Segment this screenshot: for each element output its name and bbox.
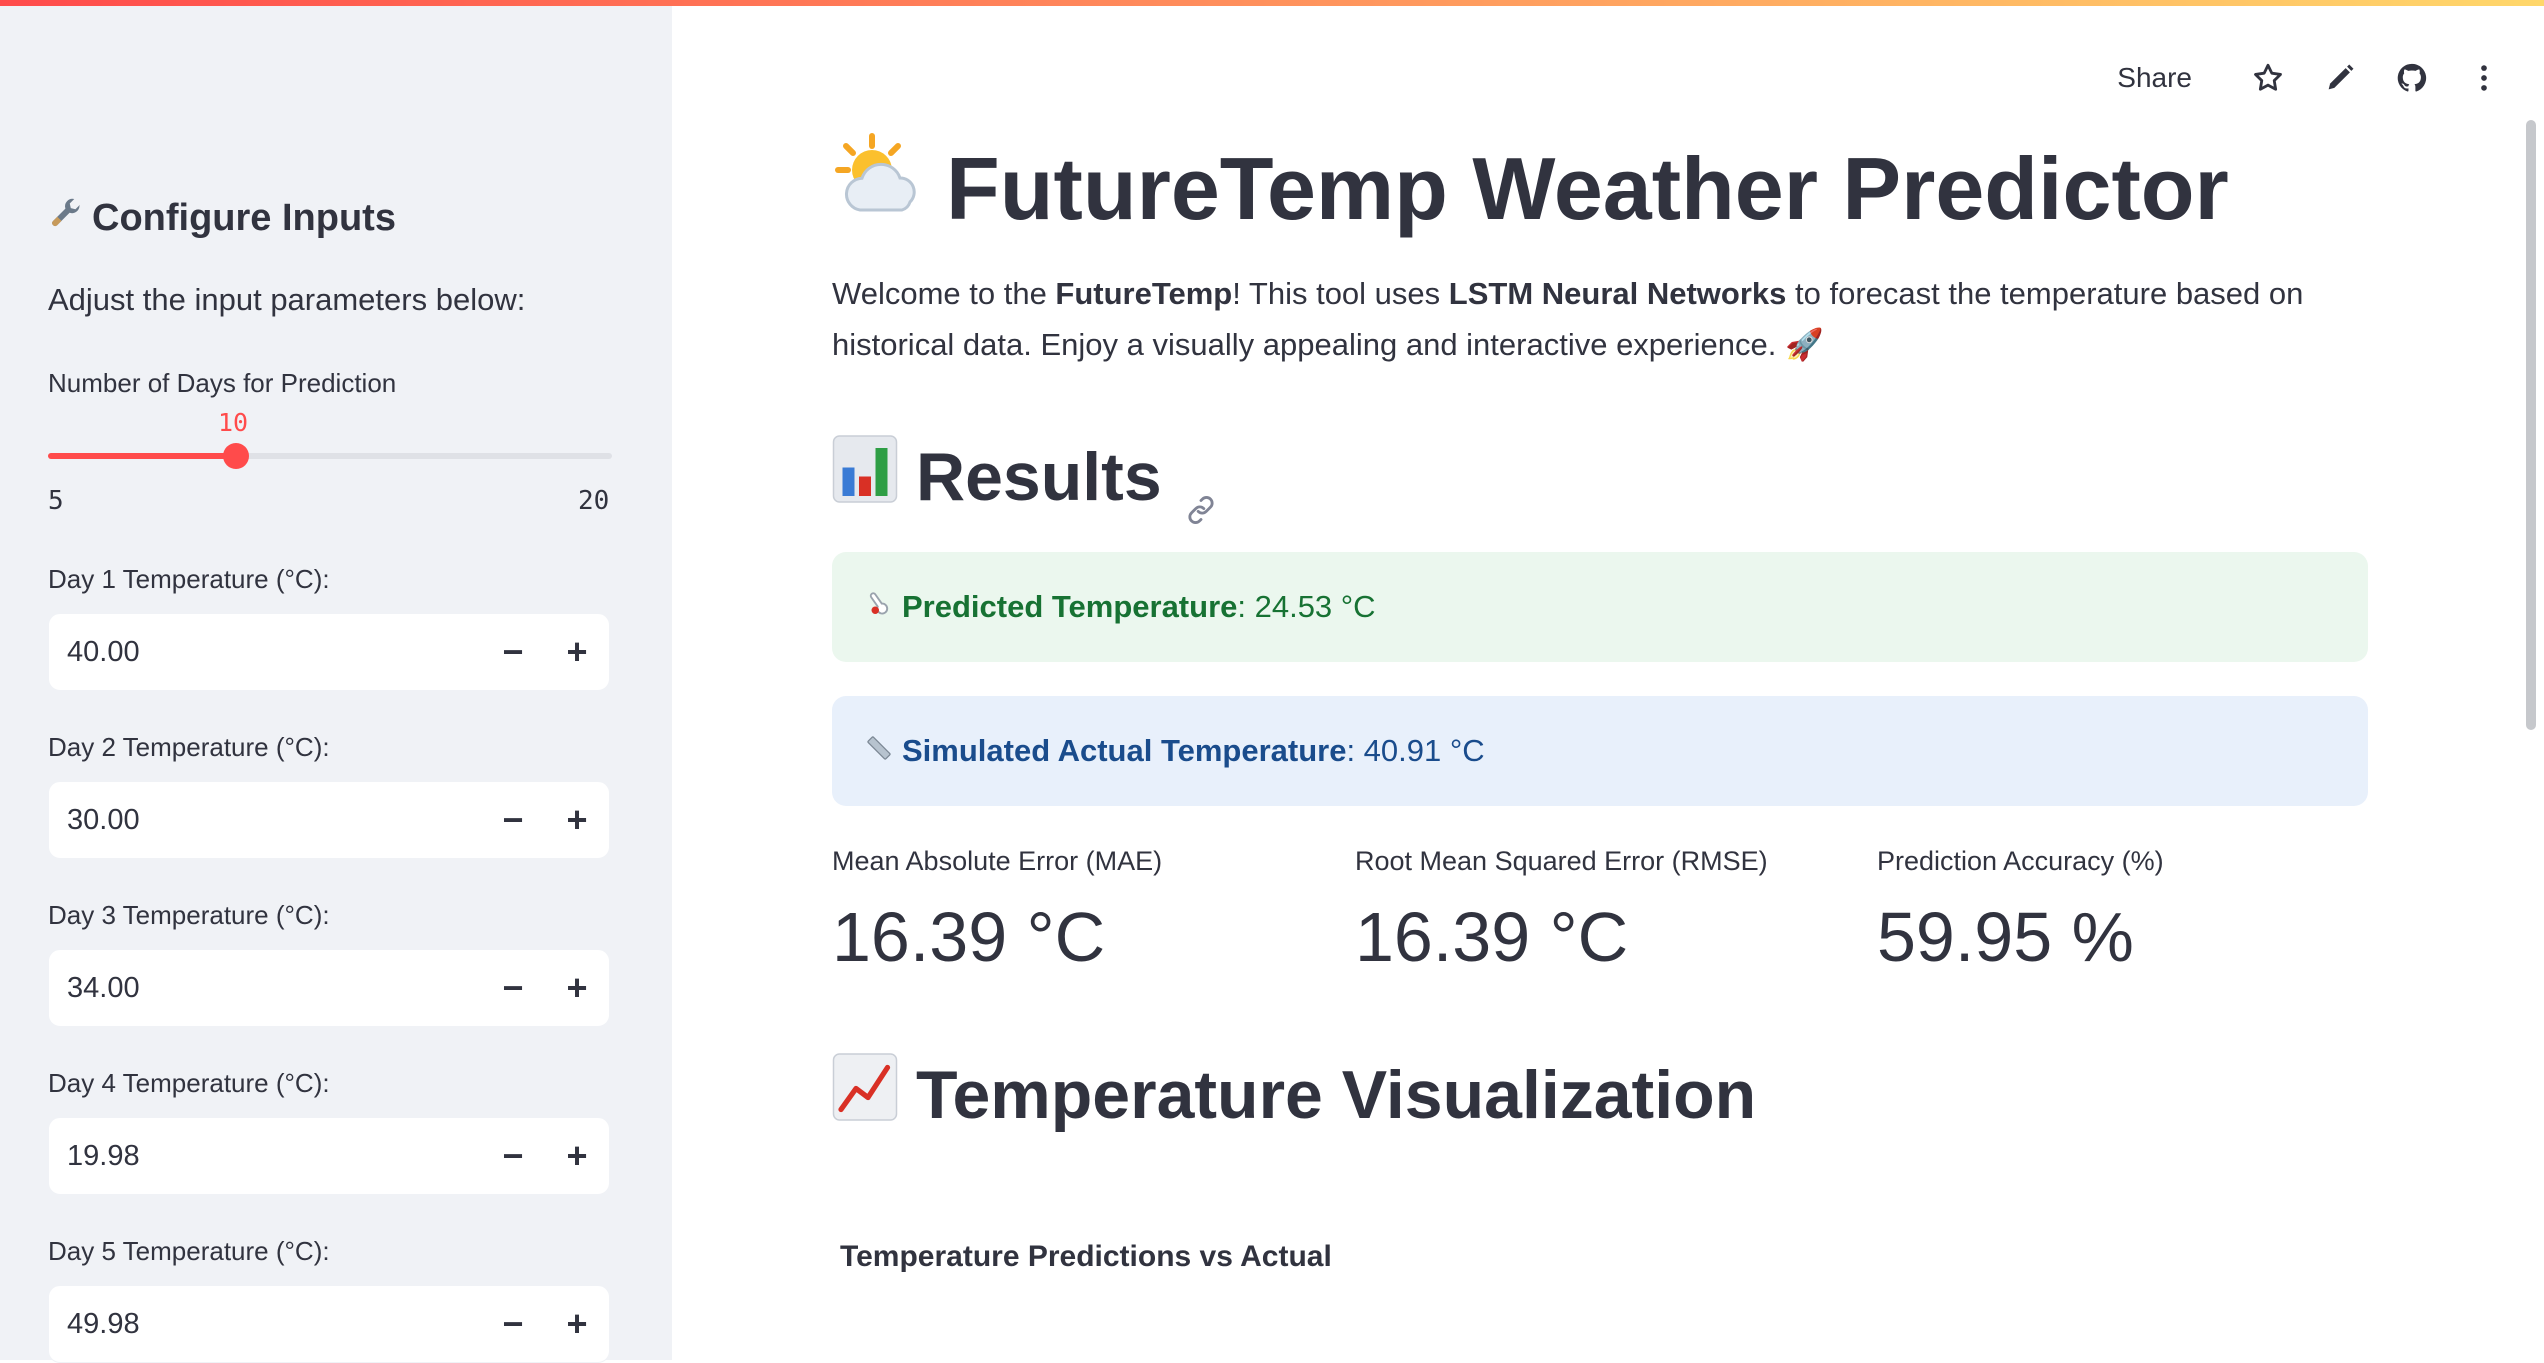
sidebar-title-text: Configure Inputs <box>92 197 396 239</box>
rocket-icon: 🚀 <box>1784 327 1824 362</box>
day-2-decrement-button[interactable]: − <box>481 781 545 859</box>
day-4-label: Day 4 Temperature (°C): <box>48 1068 330 1098</box>
day-1-label: Day 1 Temperature (°C): <box>48 564 330 594</box>
more-vertical-icon[interactable] <box>2448 54 2520 102</box>
main-scrollbar[interactable] <box>2526 120 2536 730</box>
day-4-input-box: 19.98 − + <box>48 1117 610 1195</box>
day-5-label: Day 5 Temperature (°C): <box>48 1236 330 1266</box>
day-5-field: Day 5 Temperature (°C): 49.98 − + <box>48 1236 612 1363</box>
day-5-input[interactable]: 49.98 <box>49 1308 481 1341</box>
wrench-icon <box>48 196 84 241</box>
chart-increasing-icon <box>832 1052 898 1138</box>
page-title: FutureTemp Weather Predictor <box>832 130 2229 247</box>
anchor-link-icon[interactable] <box>1184 465 1218 524</box>
actual-temperature-value: : 40.91 °C <box>1346 733 1485 768</box>
day-2-field: Day 2 Temperature (°C): 30.00 − + <box>48 732 612 859</box>
predicted-temperature-label: Predicted Temperature <box>902 589 1238 624</box>
share-button[interactable]: Share <box>2117 62 2192 94</box>
metric-rmse-label: Root Mean Squared Error (RMSE) <box>1355 846 1768 876</box>
app-decoration-stripe <box>0 0 2544 6</box>
day-1-input-box: 40.00 − + <box>48 613 610 691</box>
day-4-input[interactable]: 19.98 <box>49 1140 481 1173</box>
metric-accuracy-value: 59.95 % <box>1877 898 2134 976</box>
intro-bold-lstm: LSTM Neural Networks <box>1448 276 1787 311</box>
day-2-input-box: 30.00 − + <box>48 781 610 859</box>
sidebar-subtitle: Adjust the input parameters below: <box>48 282 526 317</box>
star-icon[interactable] <box>2232 54 2304 102</box>
intro-text-2: ! This tool uses <box>1232 276 1449 311</box>
day-5-input-box: 49.98 − + <box>48 1285 610 1363</box>
github-icon[interactable] <box>2376 54 2448 102</box>
day-4-increment-button[interactable]: + <box>545 1117 609 1195</box>
metric-accuracy: Prediction Accuracy (%) 59.95 % <box>1877 846 2164 977</box>
day-3-input-box: 34.00 − + <box>48 949 610 1027</box>
days-slider-max: 20 <box>578 486 610 516</box>
actual-temperature-alert: Simulated Actual Temperature: 40.91 °C <box>832 696 2368 806</box>
day-1-decrement-button[interactable]: − <box>481 613 545 691</box>
day-3-field: Day 3 Temperature (°C): 34.00 − + <box>48 900 612 1027</box>
sidebar: Configure Inputs Adjust the input parame… <box>0 0 672 1363</box>
days-slider-value: 10 <box>218 408 249 437</box>
visualization-heading-text: Temperature Visualization <box>916 1057 1757 1133</box>
sidebar-title: Configure Inputs <box>48 196 396 241</box>
chart-title: Temperature Predictions vs Actual <box>840 1240 1332 1273</box>
day-3-label: Day 3 Temperature (°C): <box>48 900 330 930</box>
day-2-increment-button[interactable]: + <box>545 781 609 859</box>
day-3-increment-button[interactable]: + <box>545 949 609 1027</box>
predicted-temperature-alert: Predicted Temperature: 24.53 °C <box>832 552 2368 662</box>
intro-paragraph: Welcome to the FutureTemp! This tool use… <box>832 268 2372 370</box>
day-1-field: Day 1 Temperature (°C): 40.00 − + <box>48 564 612 691</box>
day-2-label: Day 2 Temperature (°C): <box>48 732 330 762</box>
bar-chart-icon <box>832 434 898 520</box>
day-4-decrement-button[interactable]: − <box>481 1117 545 1195</box>
days-slider-min: 5 <box>48 486 64 516</box>
results-heading-text: Results <box>916 439 1162 515</box>
days-slider-label: Number of Days for Prediction <box>48 368 397 398</box>
sun-behind-cloud-icon <box>832 130 928 247</box>
day-3-input[interactable]: 34.00 <box>49 972 481 1005</box>
day-5-decrement-button[interactable]: − <box>481 1285 545 1363</box>
day-3-decrement-button[interactable]: − <box>481 949 545 1027</box>
days-slider[interactable] <box>48 443 612 469</box>
days-slider-fill <box>48 453 236 459</box>
pencil-icon[interactable] <box>2304 54 2376 102</box>
visualization-heading: Temperature Visualization <box>832 1052 1756 1138</box>
predicted-temperature-value: : 24.53 °C <box>1237 589 1376 624</box>
page-title-text: FutureTemp Weather Predictor <box>946 138 2229 238</box>
metric-rmse-value: 16.39 °C <box>1355 898 1629 976</box>
metric-mae-label: Mean Absolute Error (MAE) <box>832 846 1163 876</box>
intro-bold-futuretemp: FutureTemp <box>1055 276 1233 311</box>
metric-accuracy-label: Prediction Accuracy (%) <box>1877 846 2164 876</box>
day-5-increment-button[interactable]: + <box>545 1285 609 1363</box>
results-heading: Results <box>832 434 1218 524</box>
thermometer-icon <box>864 589 894 626</box>
day-2-input[interactable]: 30.00 <box>49 804 481 837</box>
intro-text-1: Welcome to the <box>832 276 1056 311</box>
day-1-increment-button[interactable]: + <box>545 613 609 691</box>
ruler-icon <box>864 733 894 770</box>
days-slider-thumb[interactable] <box>223 443 249 469</box>
day-1-input[interactable]: 40.00 <box>49 636 481 669</box>
actual-temperature-label: Simulated Actual Temperature <box>902 733 1347 768</box>
day-4-field: Day 4 Temperature (°C): 19.98 − + <box>48 1068 612 1195</box>
app-toolbar: Share <box>2117 54 2520 102</box>
metric-rmse: Root Mean Squared Error (RMSE) 16.39 °C <box>1355 846 1768 977</box>
metric-mae: Mean Absolute Error (MAE) 16.39 °C <box>832 846 1162 977</box>
metric-mae-value: 16.39 °C <box>832 898 1106 976</box>
